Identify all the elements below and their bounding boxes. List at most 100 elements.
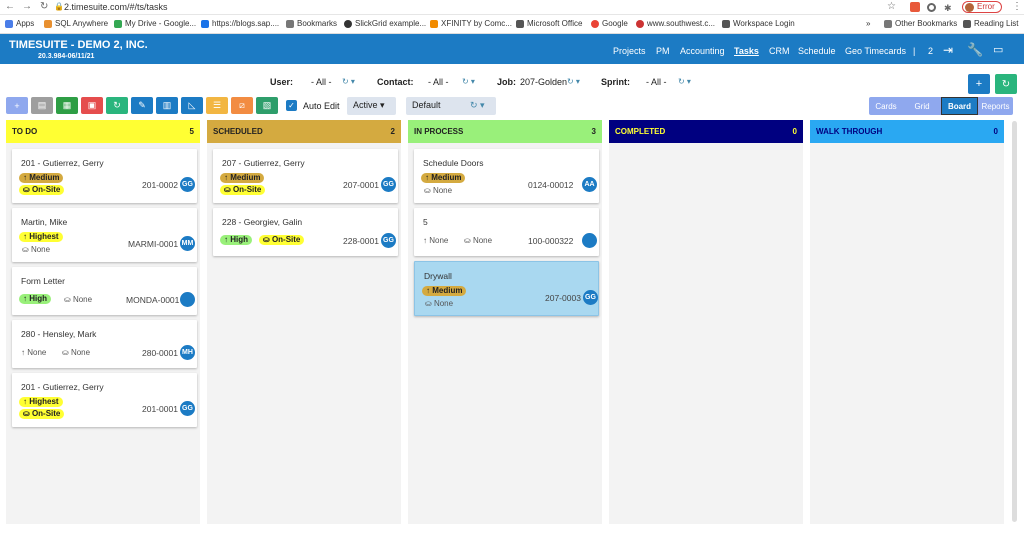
- reload-icon[interactable]: ↻: [40, 1, 48, 12]
- bookmark-workspace-login[interactable]: Workspace Login: [722, 19, 795, 28]
- column-todo: TO DO 5 201 - Gutierrez, Gerry ↑ Medium ⛀…: [6, 120, 200, 524]
- column-header-completed: COMPLETED 0: [609, 120, 803, 143]
- pdf-icon[interactable]: ▣: [81, 97, 103, 114]
- extension-icon[interactable]: [910, 2, 920, 12]
- bookmark-xfinity[interactable]: XFINITY by Comc...: [430, 19, 512, 28]
- task-card[interactable]: Schedule Doors ↑ Medium ⛀ None 0124-0001…: [414, 149, 599, 203]
- bookmark-microsoft-office[interactable]: Microsoft Office: [516, 19, 582, 28]
- nav-pm[interactable]: PM: [656, 46, 670, 56]
- location-label: None: [72, 295, 93, 304]
- sprint-filter-refresh-icon[interactable]: ↻ ▾: [678, 77, 691, 86]
- card-title: 201 - Gutierrez, Gerry: [21, 158, 104, 168]
- add-icon[interactable]: +: [6, 97, 28, 114]
- tab-grid[interactable]: Grid: [903, 97, 941, 115]
- priority-badge: ↑ Highest: [19, 397, 63, 407]
- bookmark-southwest[interactable]: www.southwest.c...: [636, 19, 715, 28]
- nav-accounting[interactable]: Accounting: [680, 46, 725, 56]
- nav-crm[interactable]: CRM: [769, 46, 790, 56]
- task-card[interactable]: 201 - Gutierrez, Gerry ↑ Highest ⛀ On-Si…: [12, 373, 197, 427]
- tab-cards[interactable]: Cards: [869, 97, 903, 115]
- bookmark-slickgrid[interactable]: SlickGrid example...: [344, 19, 426, 28]
- user-filter-select[interactable]: - All -: [311, 77, 332, 87]
- task-card-selected[interactable]: Drywall ↑ Medium ⛀ None 207-0003 GG: [414, 261, 599, 316]
- star-icon[interactable]: ☆: [887, 1, 896, 12]
- job-filter-select[interactable]: 207-Golden: [520, 77, 567, 87]
- sprint-filter-select[interactable]: - All -: [646, 77, 667, 87]
- task-card[interactable]: Martin, Mike ↑ Highest ⛀ None MARMI-0001…: [12, 208, 197, 262]
- logout-icon[interactable]: ⇥: [943, 43, 953, 57]
- task-card[interactable]: 207 - Gutierrez, Gerry ↑ Medium ⛀ On-Sit…: [213, 149, 398, 203]
- column-completed: COMPLETED 0: [609, 120, 803, 524]
- forward-icon[interactable]: →: [22, 1, 32, 12]
- columns-icon[interactable]: ▥: [156, 97, 178, 114]
- image-icon[interactable]: ▧: [256, 97, 278, 114]
- puzzle-icon[interactable]: ✱: [944, 3, 952, 14]
- cast-icon[interactable]: ▭: [993, 43, 1003, 56]
- contact-filter-select[interactable]: - All -: [428, 77, 449, 87]
- notification-count[interactable]: 2: [928, 46, 933, 56]
- column-count: 2: [390, 127, 395, 136]
- column-header-walk-through: WALK THROUGH 0: [810, 120, 1004, 143]
- auto-edit-checkbox[interactable]: ✓: [286, 100, 297, 111]
- task-card[interactable]: 280 - Hensley, Mark ↑ None ⛀ None 280-00…: [12, 320, 197, 368]
- back-icon[interactable]: ←: [5, 1, 15, 12]
- bookmark-label: Workspace Login: [733, 19, 795, 28]
- contact-filter-refresh-icon[interactable]: ↻ ▾: [462, 77, 475, 86]
- refresh-dropdown-icon: ↻ ▾: [470, 100, 485, 110]
- priority-label: Highest: [29, 397, 59, 406]
- column-header-scheduled: SCHEDULED 2: [207, 120, 401, 143]
- print-icon[interactable]: ▤: [31, 97, 53, 114]
- task-card[interactable]: 5 ↑ None ⛀ None 100-000322: [414, 208, 599, 256]
- location-label: None: [432, 186, 453, 195]
- filter-clear-icon[interactable]: ⧄: [231, 97, 253, 114]
- add-task-button[interactable]: +: [968, 74, 990, 94]
- extension-circle-icon[interactable]: [927, 3, 936, 12]
- priority-plain: ↑ None: [21, 348, 47, 357]
- refresh-button[interactable]: ↻: [995, 74, 1017, 94]
- nav-tasks[interactable]: Tasks: [734, 46, 759, 56]
- folder-icon: [884, 19, 892, 28]
- bookmark-apps[interactable]: Apps: [5, 19, 34, 28]
- sprint-filter-label: Sprint:: [601, 77, 630, 87]
- edit-pencil-icon[interactable]: ✎: [131, 97, 153, 114]
- bookmark-label: SlickGrid example...: [355, 19, 427, 28]
- bookmark-label: Microsoft Office: [527, 19, 583, 28]
- bookmark-folder-bookmarks[interactable]: Bookmarks: [286, 19, 337, 28]
- wrench-icon[interactable]: 🔧: [967, 42, 983, 58]
- profile-error-button[interactable]: Error: [962, 1, 1002, 13]
- more-bookmarks-chevron[interactable]: »: [866, 19, 870, 28]
- excel-icon[interactable]: ▦: [56, 97, 78, 114]
- nav-schedule[interactable]: Schedule: [798, 46, 836, 56]
- reading-list[interactable]: Reading List: [963, 19, 1018, 28]
- bookmark-label: www.southwest.c...: [647, 19, 716, 28]
- bookmark-google[interactable]: Google: [591, 19, 628, 28]
- tab-reports[interactable]: Reports: [978, 97, 1013, 115]
- other-bookmarks[interactable]: Other Bookmarks: [884, 19, 957, 28]
- user-filter-refresh-icon[interactable]: ↻ ▾: [342, 77, 355, 86]
- nav-geo-timecards[interactable]: Geo Timecards: [845, 46, 906, 56]
- address-input[interactable]: 2.timesuite.com/#/ts/tasks: [64, 2, 168, 12]
- sync-icon[interactable]: ↻: [106, 97, 128, 114]
- board-scrollbar[interactable]: [1012, 121, 1017, 522]
- location-plain: ⛀ None: [425, 299, 454, 308]
- column-title: SCHEDULED: [213, 127, 263, 136]
- task-card[interactable]: 201 - Gutierrez, Gerry ↑ Medium ⛀ On-Sit…: [12, 149, 197, 203]
- location-label: None: [433, 299, 454, 308]
- tab-board[interactable]: Board: [941, 97, 978, 115]
- bookmark-sql-anywhere[interactable]: SQL Anywhere: [44, 19, 108, 28]
- view-preset-select[interactable]: Default ↻ ▾: [406, 97, 496, 115]
- bookmark-google-drive[interactable]: My Drive - Google...: [114, 19, 196, 28]
- nav-projects[interactable]: Projects: [613, 46, 646, 56]
- status-select[interactable]: Active ▾: [347, 97, 396, 115]
- bookmark-blogs-sap[interactable]: https://blogs.sap....: [201, 19, 279, 28]
- card-number: MONDA-0001: [126, 295, 180, 305]
- sort-icon[interactable]: ☰: [206, 97, 228, 114]
- location-badge: ⛀ On-Site: [19, 185, 65, 195]
- task-card[interactable]: 228 - Georgiev, Galin ↑ High ⛀ On-Site 2…: [213, 208, 398, 256]
- menu-kebab-icon[interactable]: ⋮: [1012, 1, 1022, 12]
- job-filter-refresh-icon[interactable]: ↻ ▾: [567, 77, 580, 86]
- priority-label: High: [230, 235, 249, 244]
- card-number: MARMI-0001: [128, 239, 179, 249]
- angle-icon[interactable]: ◺: [181, 97, 203, 114]
- task-card[interactable]: Form Letter ↑ High ⛀ None MONDA-0001: [12, 267, 197, 315]
